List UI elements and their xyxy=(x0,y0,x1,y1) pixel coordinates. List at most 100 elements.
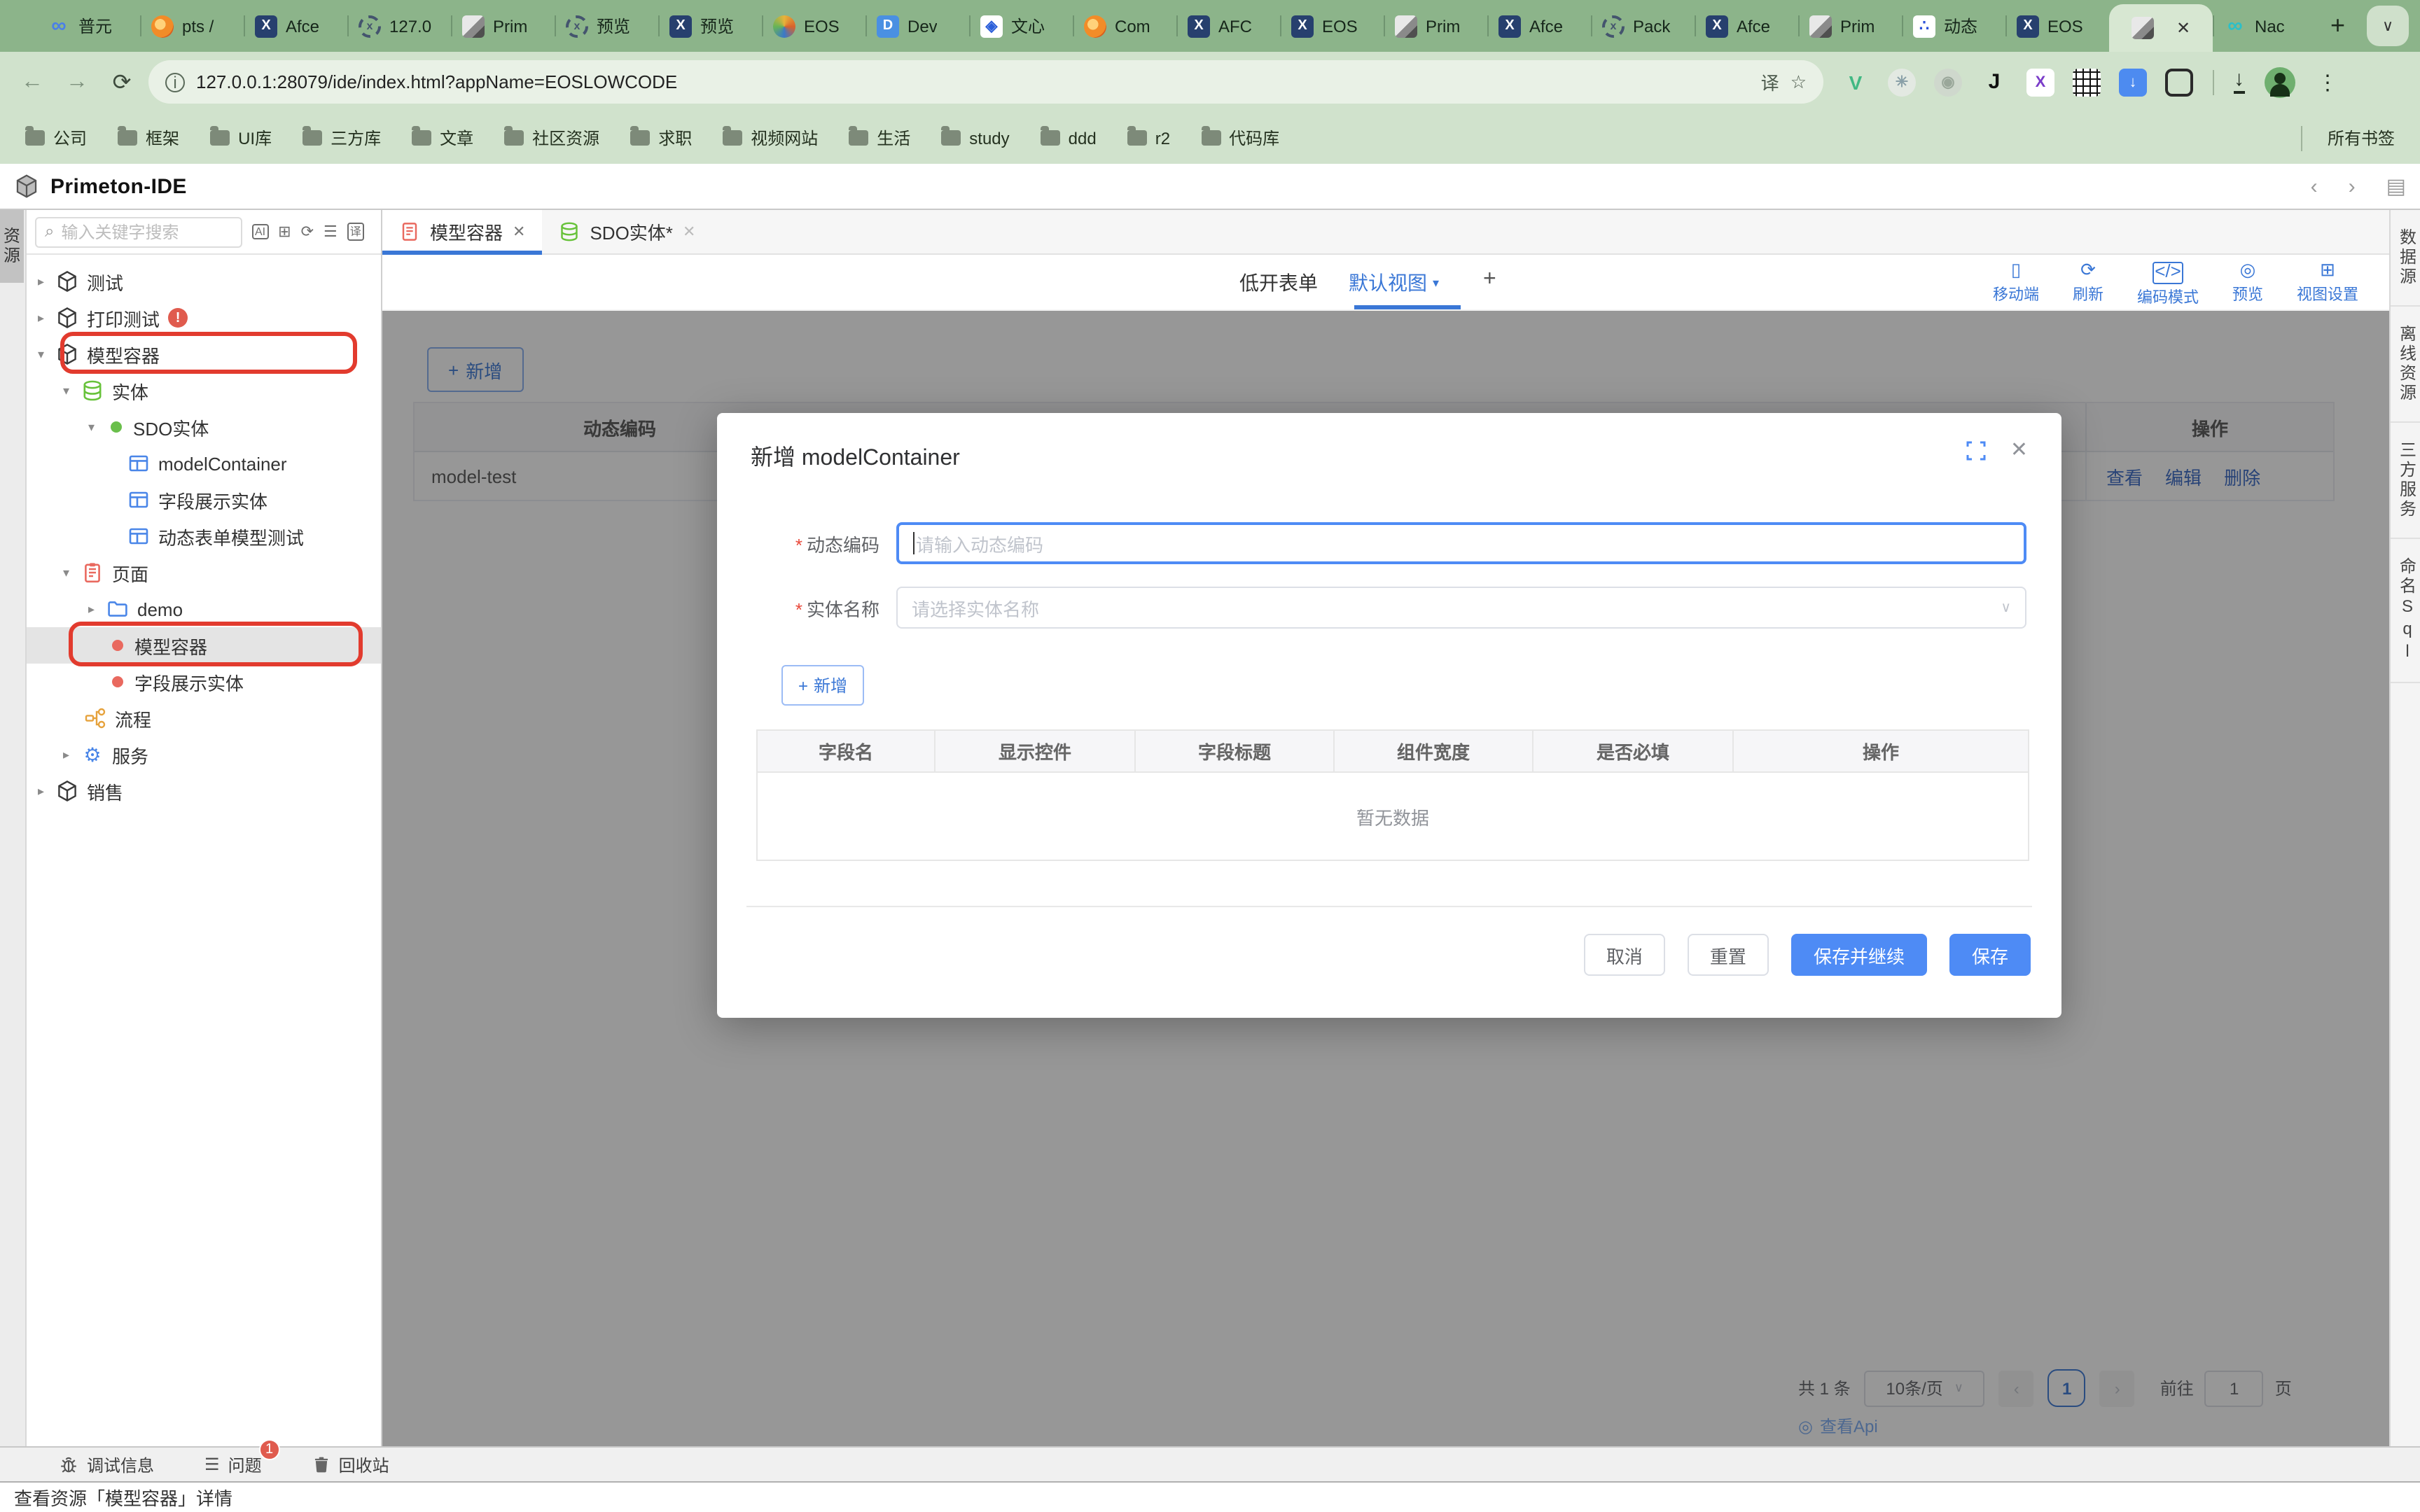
browser-tab[interactable]: XAFC xyxy=(1176,0,1280,52)
close-editor-tab-icon[interactable]: ✕ xyxy=(513,223,525,241)
history-forward-icon[interactable]: › xyxy=(2349,174,2356,198)
preview-button[interactable]: ◎预览 xyxy=(2232,259,2263,308)
code-mode-button[interactable]: </>编码模式 xyxy=(2137,259,2199,308)
tree-item-field-display-entity[interactable]: 字段展示实体 xyxy=(27,482,381,518)
bookmark-folder[interactable]: 代码库 xyxy=(1201,126,1279,150)
add-field-button[interactable]: + 新增 xyxy=(781,665,864,706)
chevron-right-icon[interactable]: ▸ xyxy=(38,310,56,326)
save-layout-icon[interactable]: ▤ xyxy=(2386,174,2406,199)
bookmark-folder[interactable]: 文章 xyxy=(412,126,473,150)
browser-tab[interactable]: ◈文心 xyxy=(969,0,1073,52)
tree-item-sdo-entity[interactable]: ▾ SDO实体 xyxy=(27,409,381,445)
activity-tab-resources[interactable]: 资源 xyxy=(0,210,24,283)
editor-tab-model-container[interactable]: 模型容器 ✕ xyxy=(382,210,542,253)
new-resource-icon[interactable]: ⊞ xyxy=(278,223,291,241)
reload-icon[interactable]: ⟳ xyxy=(104,68,140,96)
translate-resources-icon[interactable]: 译 xyxy=(347,223,364,241)
browser-tab[interactable]: Prim xyxy=(1798,0,1902,52)
collapse-all-icon[interactable]: ☰ xyxy=(324,223,338,241)
extension-icon[interactable]: ◉ xyxy=(1934,68,1962,96)
download-extension-icon[interactable]: ↓ xyxy=(2119,68,2147,96)
extensions-puzzle-icon[interactable] xyxy=(2165,68,2193,96)
bookmark-star-icon[interactable]: ☆ xyxy=(1790,71,1807,93)
mobile-preview-button[interactable]: ▯移动端 xyxy=(1993,259,2039,308)
bookmark-folder[interactable]: 框架 xyxy=(118,126,179,150)
browser-tab[interactable]: DDev xyxy=(865,0,969,52)
bookmark-folder[interactable]: r2 xyxy=(1127,128,1170,148)
bookmark-folder[interactable]: 求职 xyxy=(630,126,692,150)
browser-tab[interactable]: Prim xyxy=(1384,0,1487,52)
tree-item-services[interactable]: ▸ ⚙ 服务 xyxy=(27,736,381,773)
browser-tab[interactable]: x127.0 xyxy=(347,0,451,52)
browser-tab[interactable]: EOS xyxy=(762,0,865,52)
bookmark-folder[interactable]: study xyxy=(941,128,1009,148)
browser-tab[interactable]: Prim xyxy=(451,0,555,52)
browser-tab[interactable]: x预览 xyxy=(555,0,658,52)
third-party-services-tab[interactable]: 三方服务 xyxy=(2391,423,2420,539)
chevron-down-icon[interactable]: ▾ xyxy=(38,346,56,362)
history-back-icon[interactable]: ‹ xyxy=(2311,174,2318,198)
chevron-down-icon[interactable]: ▾ xyxy=(88,419,106,435)
vue-devtools-extension-icon[interactable]: V xyxy=(1842,68,1870,96)
save-and-continue-button[interactable]: 保存并继续 xyxy=(1791,934,1927,976)
save-button[interactable]: 保存 xyxy=(1949,934,2031,976)
tree-item-entity[interactable]: ▾ 实体 xyxy=(27,372,381,409)
editor-tab-sdo-entity[interactable]: SDO实体* ✕ xyxy=(542,210,712,253)
browser-tab[interactable]: ∞普元 xyxy=(36,0,140,52)
tree-item-sales[interactable]: ▸ 销售 xyxy=(27,773,381,809)
tree-item-model-container-page[interactable]: 模型容器 xyxy=(27,627,381,664)
cancel-button[interactable]: 取消 xyxy=(1584,934,1665,976)
chevron-down-icon[interactable]: ▾ xyxy=(63,383,81,398)
named-sql-tab[interactable]: 命名Sql xyxy=(2391,539,2420,683)
react-devtools-extension-icon[interactable]: ✳ xyxy=(1888,68,1916,96)
bookmark-folder[interactable]: ddd xyxy=(1041,128,1097,148)
chevron-right-icon[interactable]: ▸ xyxy=(38,274,56,289)
search-input[interactable]: ⌕ 输入关键字搜索 xyxy=(35,216,242,247)
back-icon[interactable]: ← xyxy=(14,69,50,94)
browser-tab[interactable]: XAfce xyxy=(1487,0,1591,52)
reset-button[interactable]: 重置 xyxy=(1688,934,1769,976)
browser-tab[interactable]: XEOS xyxy=(1280,0,1384,52)
bookmark-folder[interactable]: UI库 xyxy=(210,126,272,150)
bookmark-folder[interactable]: 生活 xyxy=(849,126,910,150)
tree-item-dynamic-form-model-test[interactable]: 动态表单模型测试 xyxy=(27,518,381,554)
json-extension-icon[interactable]: J xyxy=(1980,68,2008,96)
view-tab-default[interactable]: 默认视图▾ xyxy=(1349,269,1439,297)
refresh-button[interactable]: ⟳刷新 xyxy=(2073,259,2103,308)
bookmark-folder[interactable]: 三方库 xyxy=(302,126,381,150)
refresh-tree-icon[interactable]: ⟳ xyxy=(301,223,314,241)
tab-search-chevron[interactable]: ∨ xyxy=(2367,6,2409,46)
bookmark-folder[interactable]: 视频网站 xyxy=(723,126,818,150)
tree-item-pages[interactable]: ▾ 页面 xyxy=(27,554,381,591)
tree-item-model-container[interactable]: ▾ 模型容器 xyxy=(27,336,381,372)
chevron-down-icon[interactable]: ▾ xyxy=(63,565,81,580)
bookmark-folder[interactable]: 社区资源 xyxy=(504,126,599,150)
browser-tab[interactable]: xPack xyxy=(1591,0,1695,52)
offline-resources-tab[interactable]: 离线资源 xyxy=(2391,307,2420,423)
recycle-bin-button[interactable]: 回收站 xyxy=(312,1452,389,1476)
chevron-right-icon[interactable]: ▸ xyxy=(88,601,106,617)
forward-icon[interactable]: → xyxy=(59,69,95,94)
tree-item-print-test[interactable]: ▸ 打印测试 ! xyxy=(27,300,381,336)
url-text[interactable]: 127.0.0.1:28079/ide/index.html?appName=E… xyxy=(196,71,1750,92)
view-settings-button[interactable]: ⊞视图设置 xyxy=(2297,259,2358,308)
close-editor-tab-icon[interactable]: ✕ xyxy=(683,223,695,241)
downloads-icon[interactable]: ↓ xyxy=(2234,71,2244,93)
browser-tab[interactable]: X预览 xyxy=(658,0,762,52)
qr-extension-icon[interactable] xyxy=(2073,68,2101,96)
tree-item-flow[interactable]: 流程 xyxy=(27,700,381,736)
chevron-right-icon[interactable]: ▸ xyxy=(38,783,56,799)
address-bar[interactable]: i 127.0.0.1:28079/ide/index.html?appName… xyxy=(148,60,1823,104)
chevron-right-icon[interactable]: ▸ xyxy=(63,747,81,762)
browser-tab[interactable]: XEOS xyxy=(2005,0,2109,52)
profile-avatar[interactable] xyxy=(2264,66,2295,97)
tree-item-modelcontainer-entity[interactable]: modelContainer xyxy=(27,445,381,482)
browser-tab[interactable]: ∴动态 xyxy=(1902,0,2005,52)
add-view-button[interactable]: + xyxy=(1483,267,1496,293)
browser-tab[interactable]: Com xyxy=(1073,0,1176,52)
translate-icon[interactable]: 译 xyxy=(1761,69,1779,95)
browser-tab[interactable]: ∞Nac xyxy=(2213,0,2316,52)
new-tab-button[interactable]: + xyxy=(2330,11,2345,41)
tree-item-field-display-page[interactable]: 字段展示实体 xyxy=(27,664,381,700)
close-tab-icon[interactable]: ✕ xyxy=(2176,18,2190,38)
